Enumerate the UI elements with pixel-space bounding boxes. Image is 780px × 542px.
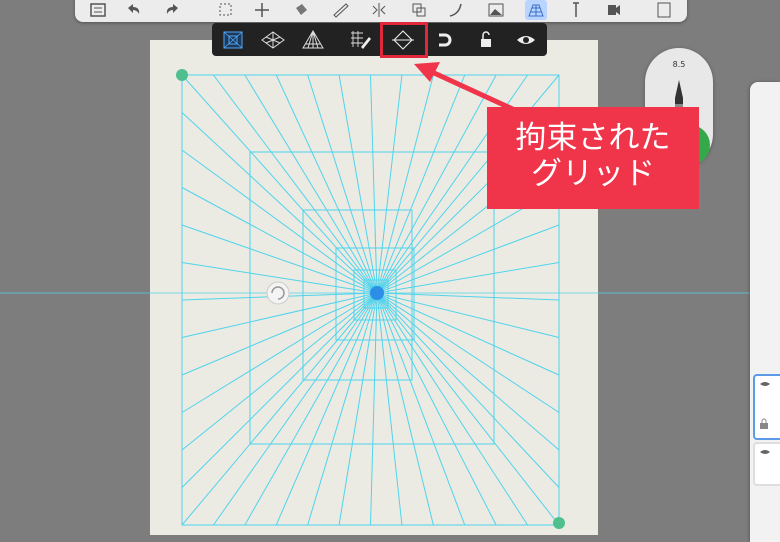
layers-panel [750,82,780,542]
annotation-callout: 拘束された グリッド [487,107,699,209]
perspective-ray [376,292,497,526]
layer-visibility-icon[interactable] [759,448,771,456]
two-point-perspective-icon[interactable] [259,27,287,52]
perspective-ray [244,74,378,294]
perspective-ray [376,292,529,526]
perspective-ray [244,292,378,526]
perspective-ray [376,292,403,526]
perspective-ray [181,292,378,413]
perspective-ray [275,74,378,294]
perspective-ray [376,224,560,294]
perspective-ray [181,112,378,294]
rotate-grid-icon[interactable] [266,281,290,305]
callout-line-2: グリッド [531,156,655,192]
brush-size-value: 8.5 [672,60,686,69]
perspective-ray [275,292,378,526]
perspective-ray [376,74,403,294]
draw-on-grid-icon[interactable] [347,27,375,52]
perspective-ray [376,292,560,413]
vanishing-point-handle[interactable] [370,286,384,300]
grid-handle-top-left[interactable] [176,69,188,81]
perspective-ray [376,292,466,526]
perspective-ray [213,74,378,294]
constrained-grid-highlight [380,22,428,58]
eye-icon[interactable] [512,27,540,52]
perspective-ray [376,74,466,294]
perspective-ray [376,292,434,526]
perspective-ray [376,292,560,338]
magnet-icon[interactable] [430,27,458,52]
perspective-ray [181,149,378,294]
three-point-perspective-icon[interactable] [299,27,327,52]
perspective-ray [376,74,497,294]
layer-thumbnail[interactable] [753,374,780,440]
layer-visibility-icon[interactable] [759,380,771,388]
perspective-ray [376,292,560,451]
perspective-ray [181,74,378,294]
perspective-ray [181,292,378,526]
one-point-perspective-icon[interactable] [219,27,247,52]
perspective-ray [376,292,560,526]
layer-thumbnail[interactable] [753,442,780,486]
perspective-ray [376,74,434,294]
perspective-ray [376,292,560,376]
layer-lock-icon[interactable] [759,418,769,430]
perspective-ray [181,292,378,451]
perspective-ray [376,292,560,301]
perspective-ray [376,292,560,488]
grid-handle-bottom-right[interactable] [553,517,565,529]
lock-icon[interactable] [472,27,500,52]
callout-line-1: 拘束された [515,120,671,156]
